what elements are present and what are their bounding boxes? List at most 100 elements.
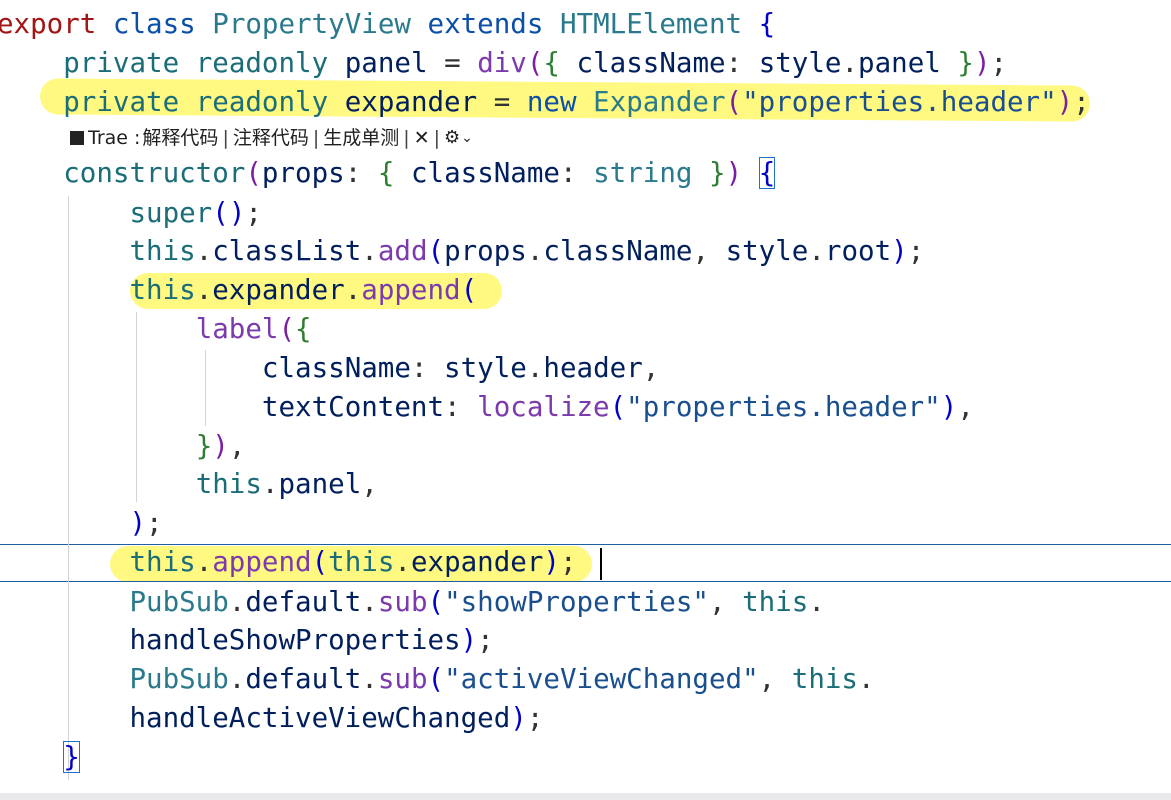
horizontal-scrollbar[interactable] bbox=[0, 793, 1171, 800]
code-token: . bbox=[361, 586, 378, 618]
code-line[interactable]: this.panel, bbox=[0, 466, 378, 502]
code-token: . bbox=[526, 235, 544, 267]
code-token: private bbox=[63, 47, 180, 79]
codelens-colon: : bbox=[127, 127, 141, 149]
code-token: ) bbox=[1056, 86, 1074, 118]
code-token: ) bbox=[725, 157, 743, 189]
code-line[interactable]: handleActiveViewChanged); bbox=[0, 700, 543, 736]
gear-icon[interactable]: ⚙ bbox=[444, 121, 460, 155]
code-token: ) bbox=[510, 702, 527, 734]
code-token: header bbox=[543, 352, 643, 384]
trae-icon bbox=[70, 131, 84, 145]
code-line[interactable]: handleShowProperties); bbox=[0, 622, 494, 658]
code-line[interactable]: ); bbox=[0, 505, 162, 541]
code-token: className bbox=[261, 352, 411, 384]
code-line[interactable]: super(); bbox=[0, 195, 261, 231]
code-token: textContent bbox=[261, 391, 445, 423]
code-token: this bbox=[328, 546, 395, 578]
code-token: { bbox=[377, 157, 395, 189]
code-token: "properties.header" bbox=[626, 391, 941, 423]
codelens-generate-tests[interactable]: 生成单测 bbox=[323, 121, 399, 155]
code-token: "activeViewChanged" bbox=[444, 663, 759, 695]
code-token: ) bbox=[891, 235, 908, 267]
code-token: default bbox=[245, 663, 362, 695]
code-token: localize bbox=[477, 391, 610, 423]
code-token: PubSub bbox=[129, 586, 229, 618]
code-token: this bbox=[791, 663, 858, 695]
code-token: . bbox=[526, 352, 544, 384]
code-line[interactable]: private readonly panel = div({ className… bbox=[0, 45, 1007, 81]
code-line[interactable]: constructor(props: { className: string }… bbox=[0, 155, 776, 191]
code-line[interactable]: this.classList.add(props.className, styl… bbox=[0, 233, 924, 269]
code-token: ) bbox=[940, 391, 958, 423]
close-icon[interactable]: ✕ bbox=[414, 121, 430, 155]
code-token: string bbox=[593, 157, 693, 189]
code-token: this bbox=[195, 468, 262, 500]
code-token: { bbox=[758, 8, 776, 40]
code-line[interactable]: PubSub.default.sub("showProperties", thi… bbox=[0, 584, 825, 620]
codelens-separator: | bbox=[403, 127, 410, 149]
code-token: . bbox=[808, 586, 825, 618]
code-token: "properties.header" bbox=[742, 86, 1057, 118]
code-line[interactable]: textContent: localize("properties.header… bbox=[0, 389, 974, 425]
code-token: PubSub bbox=[129, 663, 229, 695]
code-line[interactable]: this.append(this.expander); bbox=[0, 544, 576, 580]
code-token: super bbox=[129, 197, 213, 229]
code-token: : bbox=[559, 157, 594, 189]
code-token: Expander bbox=[593, 86, 726, 118]
code-token: root bbox=[824, 235, 892, 267]
codelens-explain-code[interactable]: 解释代码 bbox=[142, 121, 218, 155]
code-token: add bbox=[377, 235, 428, 267]
code-editor[interactable]: Trae : 解释代码 | 注释代码 | 生成单测 | ✕ | ⚙ ⌄ expo… bbox=[0, 0, 1171, 800]
code-token: panel bbox=[278, 468, 362, 500]
text-caret bbox=[600, 548, 602, 580]
codelens-comment-code[interactable]: 注释代码 bbox=[233, 121, 309, 155]
code-token: : bbox=[444, 391, 478, 423]
code-line[interactable]: private readonly expander = new Expander… bbox=[0, 84, 1090, 120]
code-line[interactable]: export class PropertyView extends HTMLEl… bbox=[0, 6, 775, 42]
code-token: ; bbox=[477, 624, 494, 656]
code-token: ( bbox=[427, 235, 445, 267]
code-line[interactable]: this.expander.append( bbox=[0, 272, 477, 308]
code-token: append bbox=[212, 546, 312, 578]
code-line[interactable]: className: style.header, bbox=[0, 350, 659, 386]
code-token: style bbox=[444, 352, 527, 384]
chevron-down-icon[interactable]: ⌄ bbox=[461, 121, 473, 155]
code-token: . bbox=[261, 468, 279, 500]
code-token: , bbox=[361, 468, 378, 500]
code-token: , bbox=[642, 352, 660, 384]
code-token: props bbox=[261, 157, 345, 189]
code-token: props bbox=[444, 235, 527, 267]
code-token: } bbox=[709, 157, 726, 189]
code-token: ) bbox=[460, 624, 478, 656]
code-token: } bbox=[195, 430, 213, 462]
code-token: panel bbox=[344, 47, 428, 79]
code-token: . bbox=[195, 546, 213, 578]
code-line[interactable]: } bbox=[0, 739, 80, 775]
code-token: , bbox=[228, 430, 246, 462]
code-line[interactable]: label({ bbox=[0, 311, 312, 347]
code-line[interactable]: PubSub.default.sub("activeViewChanged", … bbox=[0, 661, 875, 697]
code-token: : bbox=[725, 47, 759, 79]
code-line[interactable]: }), bbox=[0, 428, 246, 464]
code-token: . bbox=[841, 47, 859, 79]
code-token: ) bbox=[129, 507, 147, 539]
code-token: handleActiveViewChanged bbox=[129, 702, 511, 734]
code-token: ( bbox=[245, 157, 262, 189]
code-token: ( bbox=[427, 663, 445, 695]
code-token: . bbox=[858, 663, 875, 695]
code-token: sub bbox=[377, 586, 428, 618]
